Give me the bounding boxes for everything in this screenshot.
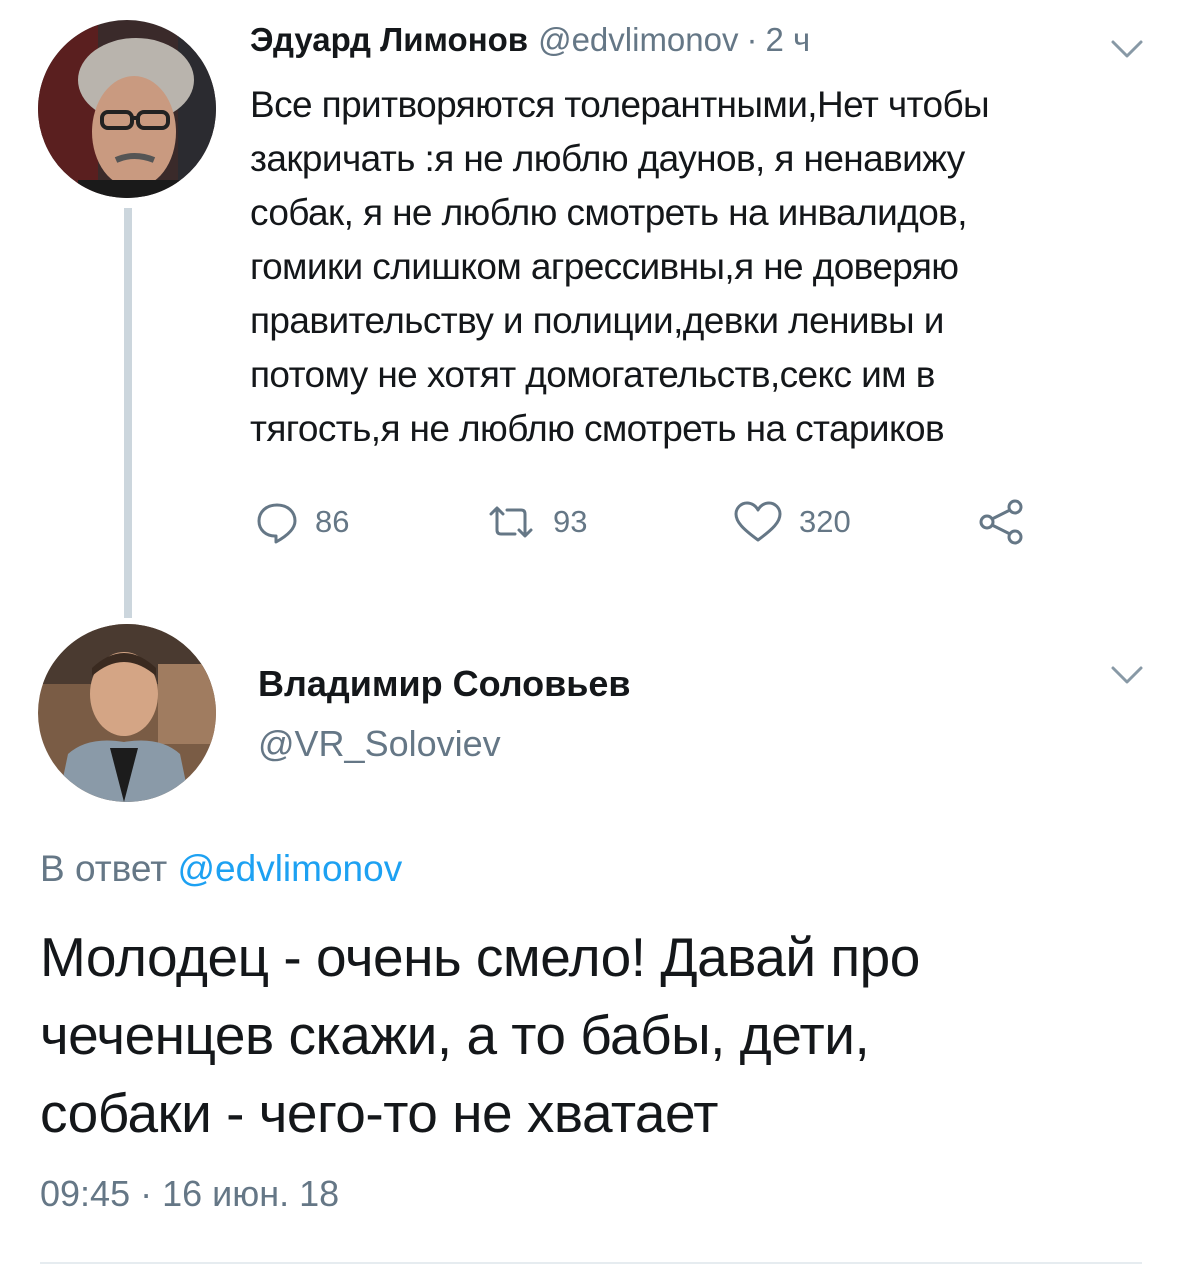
- like-button[interactable]: 320: [733, 494, 851, 550]
- reply-author-handle[interactable]: @VR_Soloviev: [258, 722, 501, 766]
- retweet-count: 93: [553, 504, 588, 539]
- author-name[interactable]: Эдуард Лимонов: [250, 20, 528, 60]
- author-handle[interactable]: @edvlimonov: [538, 20, 738, 60]
- tweet-text-line: потому не хотят домогательств,секс им в: [250, 354, 935, 395]
- thread-connector-line: [124, 208, 132, 618]
- tweet-text-line: правительству и полиции,девки ленивы и: [250, 300, 944, 341]
- tweet-time-ago[interactable]: 2 ч: [766, 20, 811, 60]
- tweet-timestamp[interactable]: 09:45 · 16 июн. 18: [40, 1172, 339, 1216]
- retweet-icon: [485, 500, 537, 544]
- reply-icon: [255, 500, 299, 544]
- reply-tweet-text: Молодец - очень смело! Давай про чеченце…: [40, 918, 1140, 1152]
- retweet-button[interactable]: 93: [485, 494, 587, 550]
- share-icon: [975, 498, 1027, 546]
- heart-icon: [733, 500, 783, 544]
- avatar-limonov[interactable]: [38, 20, 216, 198]
- divider: [40, 1262, 1142, 1264]
- tweet-text-line: Молодец - очень смело! Давай про: [40, 926, 920, 988]
- share-button[interactable]: [975, 494, 1027, 550]
- tweet-text-line: закричать :я не люблю даунов, я ненавижу: [250, 138, 965, 179]
- tweet-text-line: тягость,я не люблю смотреть на стариков: [250, 408, 945, 449]
- reply-author-name[interactable]: Владимир Соловьев: [258, 662, 631, 706]
- chevron-down-icon[interactable]: [1110, 38, 1144, 60]
- reply-to-label: В ответ: [40, 848, 168, 889]
- tweet-text-line: собаки - чего-то не хватает: [40, 1082, 718, 1144]
- reply-count: 86: [315, 504, 350, 539]
- tweet-text-line: собак, я не люблю смотреть на инвалидов,: [250, 192, 968, 233]
- tweet-text-line: чеченцев скажи, а то бабы, дети,: [40, 1004, 870, 1066]
- chevron-down-icon[interactable]: [1110, 664, 1144, 686]
- tweet-actions-bar: 86 93 320: [255, 494, 1055, 550]
- reply-context: В ответ @edvlimonov: [40, 846, 402, 892]
- avatar-soloviev[interactable]: [38, 624, 216, 802]
- tweet-text-line: Все притворяются толерантными,Нет чтобы: [250, 84, 990, 125]
- tweet-text-line: гомики слишком агрессивны,я не доверяю: [250, 246, 959, 287]
- parent-tweet-header: Эдуард Лимонов @edvlimonov · 2 ч: [250, 20, 810, 60]
- reply-to-mention-link[interactable]: @edvlimonov: [178, 848, 403, 889]
- separator-dot: ·: [746, 21, 758, 58]
- parent-tweet-text: Все притворяются толерантными,Нет чтобы …: [250, 78, 1130, 456]
- reply-button[interactable]: 86: [255, 494, 349, 550]
- like-count: 320: [799, 504, 851, 539]
